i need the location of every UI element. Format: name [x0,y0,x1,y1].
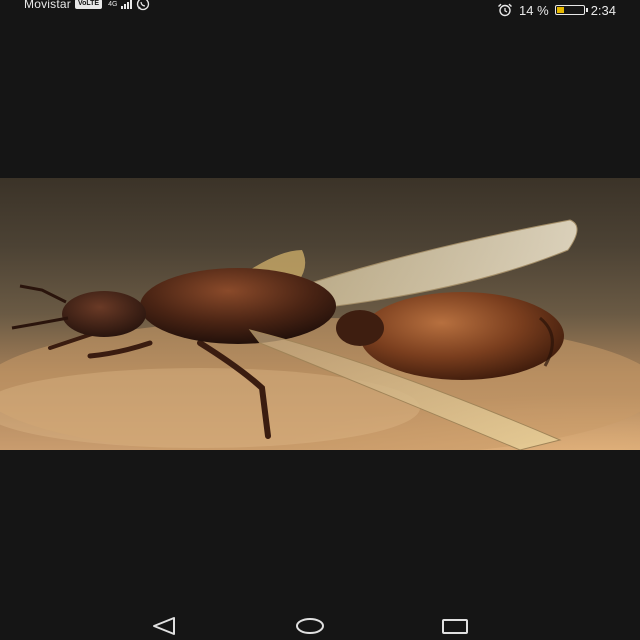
status-left-group: Movistar VoLTE 4G [24,0,150,12]
battery-percent: 14 % [519,2,549,18]
back-triangle-icon[interactable] [150,616,180,636]
navigation-bar [0,606,640,640]
status-bar: Movistar VoLTE 4G 14 % 2:34 [0,0,640,20]
recent-apps-square-icon[interactable] [440,616,470,636]
battery-fill [556,7,564,13]
signal-strength-icon [121,0,133,9]
alarm-clock-icon [497,3,513,17]
phone-screen: Movistar VoLTE 4G 14 % 2:34 [0,0,640,640]
volte-badge: VoLTE [74,0,103,9]
battery-icon [554,5,588,15]
status-clock: 2:34 [590,2,616,18]
carrier-name: Movistar [24,0,71,11]
winged-ant-illustration [0,219,640,450]
whatsapp-icon [136,0,150,11]
network-type-label: 4G [108,0,118,8]
status-right-group: 14 % 2:34 [497,2,616,18]
ant-photo[interactable] [0,178,640,450]
home-circle-icon[interactable] [294,616,324,636]
